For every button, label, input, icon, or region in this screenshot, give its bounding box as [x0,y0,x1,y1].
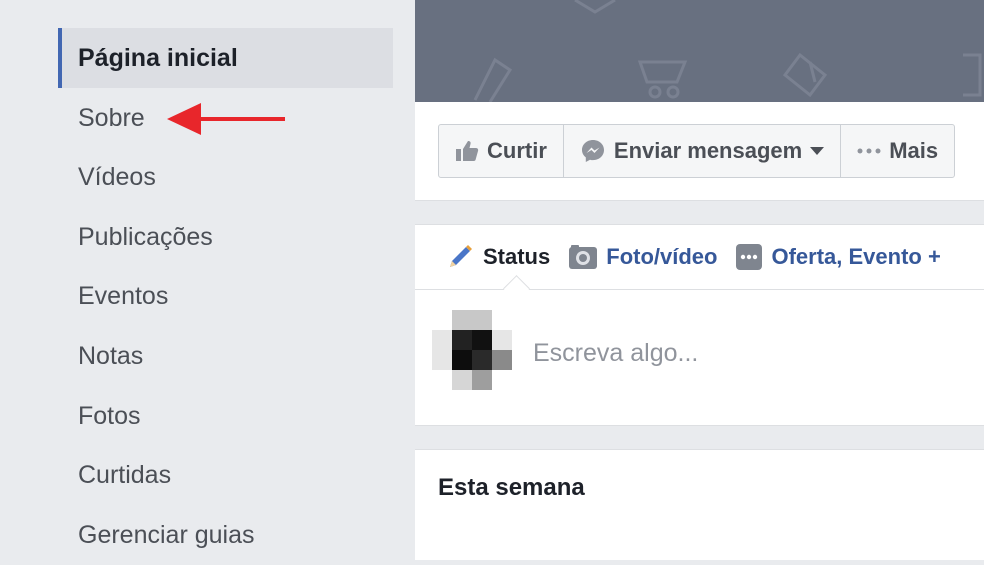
more-button[interactable]: Mais [841,125,954,177]
tab-status-label: Status [483,244,551,269]
page-actions-toolbar: Curtir Enviar mensagem Mais [438,124,956,178]
sidebar-item-label: Sobre [78,103,145,132]
pencil-icon [450,245,472,267]
like-label: Curtir [487,138,547,163]
camera-icon [569,245,598,269]
ellipsis-icon [857,148,881,154]
sidebar-item-notas[interactable]: Notas [58,326,393,386]
composer-tabs: Status Foto/vídeo Oferta, Evento + [415,225,984,302]
sidebar-item-label: Notas [78,341,144,370]
page-actions-card: Curtir Enviar mensagem Mais [415,102,984,201]
tab-offer-event-label: Oferta, Evento + [771,244,941,269]
this-week-card: Esta semana [415,449,984,560]
cover-pattern-icon [473,0,982,102]
section-title: Esta semana [438,474,585,501]
sidebar-item-curtidas[interactable]: Curtidas [58,445,393,505]
sidebar-item-gerenciar-guias[interactable]: Gerenciar guias [58,505,393,565]
sidebar-item-fotos[interactable]: Fotos [58,386,393,446]
sidebar-item-pagina-inicial[interactable]: Página inicial [58,28,393,88]
sidebar-item-label: Curtidas [78,460,172,489]
send-message-label: Enviar mensagem [613,138,803,163]
tab-offer-event[interactable]: Oferta, Evento + [735,243,941,271]
messenger-icon [581,140,604,162]
sidebar-item-publicacoes[interactable]: Publicações [58,207,393,267]
composer-body [415,290,984,424]
post-composer: Status Foto/vídeo Oferta, Evento + [415,224,984,426]
sidebar-item-label: Vídeos [78,162,156,191]
chevron-down-icon [810,147,825,155]
sidebar-item-label: Publicações [78,222,213,251]
sidebar-item-label: Página inicial [78,43,238,72]
more-label: Mais [889,138,939,163]
cover-photo [415,0,984,102]
send-message-button[interactable]: Enviar mensagem [564,125,842,177]
ellipsis-box-icon [736,244,763,270]
avatar [432,310,512,390]
tab-status[interactable]: Status [445,242,550,272]
sidebar-item-label: Eventos [78,281,169,310]
tab-photo-video[interactable]: Foto/vídeo [568,243,717,271]
sidebar-item-label: Fotos [78,401,141,430]
sidebar-item-videos[interactable]: Vídeos [58,147,393,207]
sidebar-item-label: Gerenciar guias [78,520,255,549]
annotation-arrow-icon [167,103,285,135]
sidebar-item-eventos[interactable]: Eventos [58,266,393,326]
thumbs-up-icon [456,141,479,161]
like-button[interactable]: Curtir [439,125,564,177]
composer-input[interactable] [533,335,953,371]
page-sidebar: Página inicial Sobre Vídeos Publicações … [0,0,415,559]
tab-photo-video-label: Foto/vídeo [606,244,718,269]
